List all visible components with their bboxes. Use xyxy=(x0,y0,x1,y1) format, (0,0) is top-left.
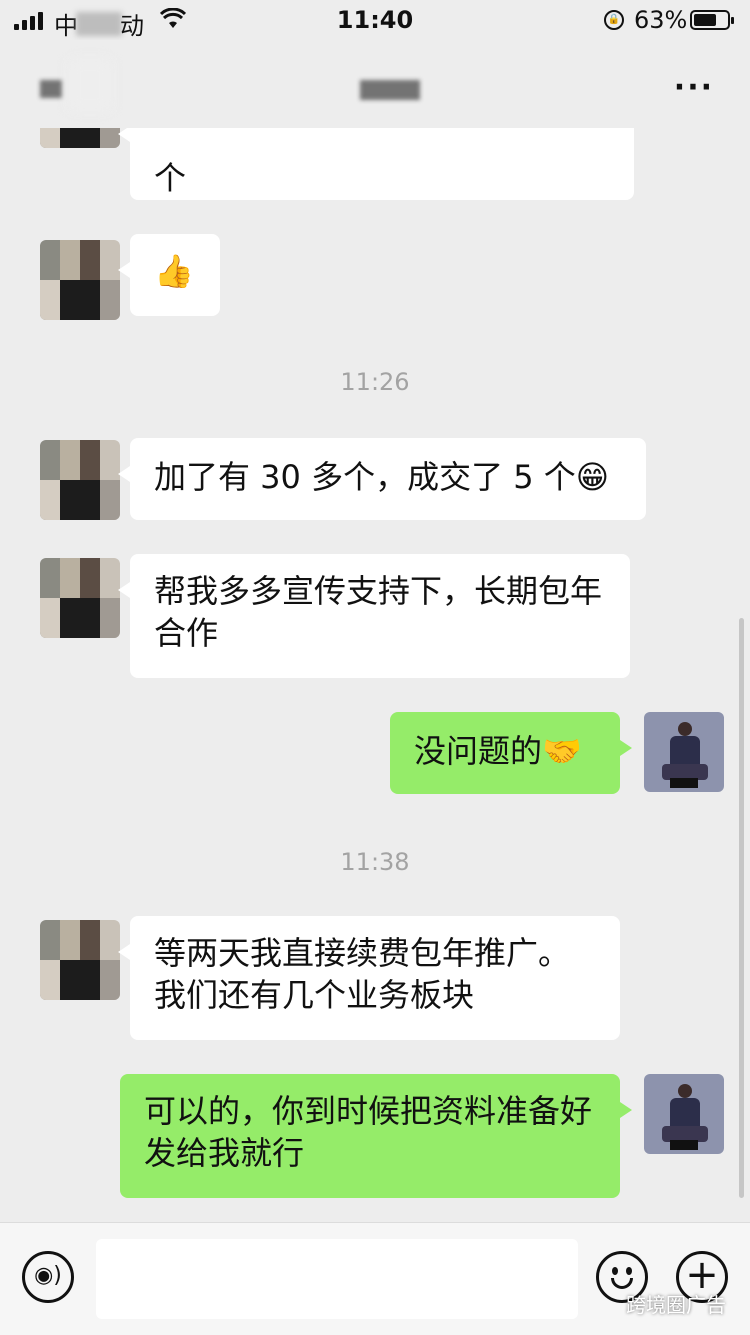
back-blur xyxy=(70,60,110,110)
message-bubble-outgoing[interactable]: 可以的，你到时候把资料准备好发给我就行 xyxy=(120,1074,632,1198)
voice-icon: ◉) xyxy=(34,1263,62,1288)
emoji-icon xyxy=(612,1267,618,1275)
contact-avatar[interactable] xyxy=(40,440,120,520)
message-bubble-incoming[interactable]: 加了有 30 多个，成交了 5 个😁 xyxy=(118,438,646,520)
battery-percent: 63% xyxy=(634,6,688,34)
contact-avatar[interactable] xyxy=(40,128,120,148)
message-bubble-incoming[interactable]: 帮我多多宣传支持下，长期包年合作 xyxy=(118,554,630,678)
message-text: 等两天我直接续费包年推广。我们还有几个业务板块 xyxy=(154,934,571,1014)
message-input-bar: ◉) + 跨境圈广告 xyxy=(0,1222,750,1335)
contact-avatar[interactable] xyxy=(40,240,120,320)
message-text: 加了有 30 多个，成交了 5 个😁 xyxy=(154,458,610,496)
thumbs-up-emoji: 👍 xyxy=(154,252,194,290)
message-input[interactable] xyxy=(96,1239,578,1319)
message-bubble-outgoing[interactable]: 没问题的🤝 xyxy=(390,712,632,794)
message-bubble-incoming[interactable]: 等两天我直接续费包年推广。我们还有几个业务板块 xyxy=(118,916,620,1040)
timestamp-label: 11:26 xyxy=(340,368,410,396)
message-text: 个 xyxy=(154,159,187,197)
chat-title-blurred xyxy=(360,80,420,100)
rotation-lock-icon: 🔒 xyxy=(604,10,624,30)
scrollbar[interactable] xyxy=(739,618,744,1198)
contact-avatar[interactable] xyxy=(40,920,120,1000)
message-text: 可以的，你到时候把资料准备好发给我就行 xyxy=(144,1092,593,1172)
my-avatar[interactable] xyxy=(644,1074,724,1154)
voice-input-button[interactable]: ◉) xyxy=(22,1251,74,1303)
back-button[interactable] xyxy=(40,80,62,98)
message-text: 没问题的🤝 xyxy=(414,732,582,770)
message-bubble-incoming[interactable]: 个 xyxy=(118,128,634,200)
timestamp-label: 11:38 xyxy=(340,848,410,876)
message-text: 帮我多多宣传支持下，长期包年合作 xyxy=(154,572,603,652)
chat-header: ··· xyxy=(0,40,750,128)
message-bubble-incoming[interactable]: 👍 xyxy=(118,234,220,316)
more-options-button[interactable]: ··· xyxy=(674,70,714,105)
battery-icon xyxy=(690,10,734,30)
chat-message-list[interactable]: 个 👍 11:26 加了有 30 多个，成交了 5 个😁 帮我多多宣传支持下，长… xyxy=(0,128,750,1222)
status-bar: 中 动 11:40 🔒 63% xyxy=(0,0,750,40)
watermark-text: 跨境圈广告 xyxy=(626,1293,726,1317)
contact-avatar[interactable] xyxy=(40,558,120,638)
my-avatar[interactable] xyxy=(644,712,724,792)
